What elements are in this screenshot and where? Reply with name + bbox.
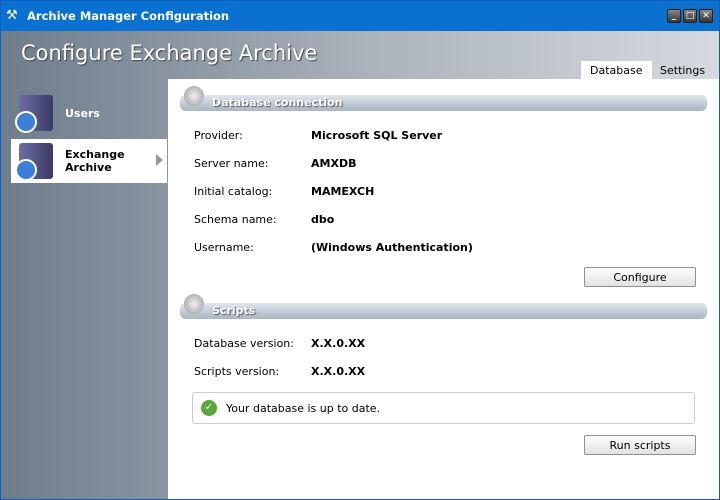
sidebar-item-label: Exchange Archive bbox=[65, 148, 125, 174]
app-window: ⚒ Archive Manager Configuration _ □ ✕ Co… bbox=[0, 0, 720, 500]
provider-value: Microsoft SQL Server bbox=[311, 129, 443, 142]
tab-database[interactable]: Database bbox=[581, 61, 652, 81]
provider-label: Provider: bbox=[194, 129, 243, 142]
initial-catalog-label: Initial catalog: bbox=[194, 185, 273, 198]
chevron-right-icon bbox=[156, 154, 163, 166]
page-title: Configure Exchange Archive bbox=[21, 41, 318, 65]
scripts-header: Scripts bbox=[180, 294, 707, 319]
server-name-label: Server name: bbox=[194, 157, 269, 170]
title-bar: ⚒ Archive Manager Configuration _ □ ✕ bbox=[1, 1, 719, 31]
check-icon: ✓ bbox=[201, 400, 217, 416]
sidebar-item-exchange-archive[interactable]: Exchange Archive bbox=[11, 139, 167, 183]
users-server-icon bbox=[15, 95, 53, 133]
database-connection-header: Database connection bbox=[180, 86, 707, 111]
run-scripts-button[interactable]: Run scripts bbox=[584, 435, 696, 455]
exchange-server-icon bbox=[15, 143, 53, 181]
minimize-button[interactable]: _ bbox=[667, 9, 681, 23]
sidebar-item-label: Users bbox=[65, 106, 100, 120]
tab-settings[interactable]: Settings bbox=[651, 61, 714, 81]
username-label: Username: bbox=[194, 241, 254, 254]
schema-name-label: Schema name: bbox=[194, 213, 277, 226]
server-name-value: AMXDB bbox=[311, 157, 357, 170]
tools-icon: ⚒ bbox=[6, 8, 18, 23]
configure-button[interactable]: Configure bbox=[584, 267, 696, 287]
scripts-version-label: Scripts version: bbox=[194, 365, 280, 378]
scripts-version-value: X.X.0.XX bbox=[311, 365, 366, 378]
database-icon bbox=[184, 86, 204, 106]
close-button[interactable]: ✕ bbox=[699, 9, 713, 23]
gear-icon bbox=[184, 294, 204, 314]
database-version-value: X.X.0.XX bbox=[311, 337, 366, 350]
maximize-button[interactable]: □ bbox=[683, 9, 697, 23]
schema-name-value: dbo bbox=[311, 213, 335, 226]
username-value: (Windows Authentication) bbox=[311, 241, 473, 254]
database-version-label: Database version: bbox=[194, 337, 294, 350]
sidebar-item-users[interactable]: Users bbox=[11, 93, 167, 133]
database-panel: Database connection Provider: Microsoft … bbox=[168, 79, 719, 499]
initial-catalog-value: MAMEXCH bbox=[311, 185, 375, 198]
window-title: Archive Manager Configuration bbox=[27, 9, 230, 23]
status-text: Your database is up to date. bbox=[226, 401, 381, 415]
status-box: ✓ Your database is up to date. bbox=[192, 392, 695, 424]
